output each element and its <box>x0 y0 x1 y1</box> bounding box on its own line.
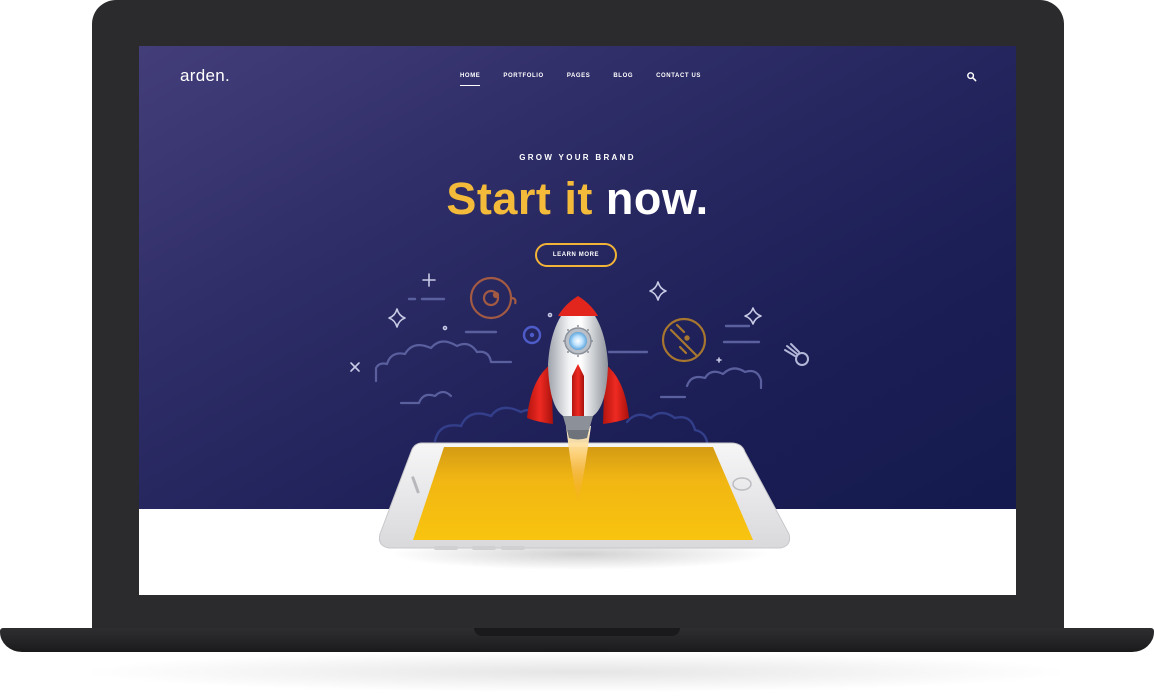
planet-icon <box>661 317 707 363</box>
site-logo[interactable]: arden. <box>180 66 230 86</box>
laptop-shadow <box>90 652 1064 692</box>
laptop-notch <box>474 628 680 636</box>
nav-item-pages[interactable]: PAGES <box>567 73 591 87</box>
laptop-screen: arden. HOME PORTFOLIO PAGES BLOG CONTACT… <box>139 46 1016 595</box>
learn-more-button[interactable]: LEARN MORE <box>535 243 617 267</box>
search-icon[interactable] <box>966 71 978 83</box>
planet-icon <box>522 325 542 345</box>
rocket-icon <box>527 296 629 440</box>
nav-item-portfolio[interactable]: PORTFOLIO <box>503 73 543 87</box>
hero-illustration <box>350 273 809 570</box>
headline-accent: Start it <box>446 173 593 224</box>
nav-item-home[interactable]: HOME <box>460 73 481 87</box>
nav-item-blog[interactable]: BLOG <box>613 73 633 87</box>
hero-headline: Start it now. <box>139 174 1016 224</box>
hero-eyebrow: GROW YOUR BRAND <box>519 153 636 162</box>
nav-item-contact-us[interactable]: CONTACT US <box>656 73 701 87</box>
comet-icon <box>784 343 809 366</box>
headline-rest: now. <box>605 173 709 224</box>
eye-planet-icon <box>469 276 517 320</box>
main-nav: HOME PORTFOLIO PAGES BLOG CONTACT US <box>460 73 724 87</box>
